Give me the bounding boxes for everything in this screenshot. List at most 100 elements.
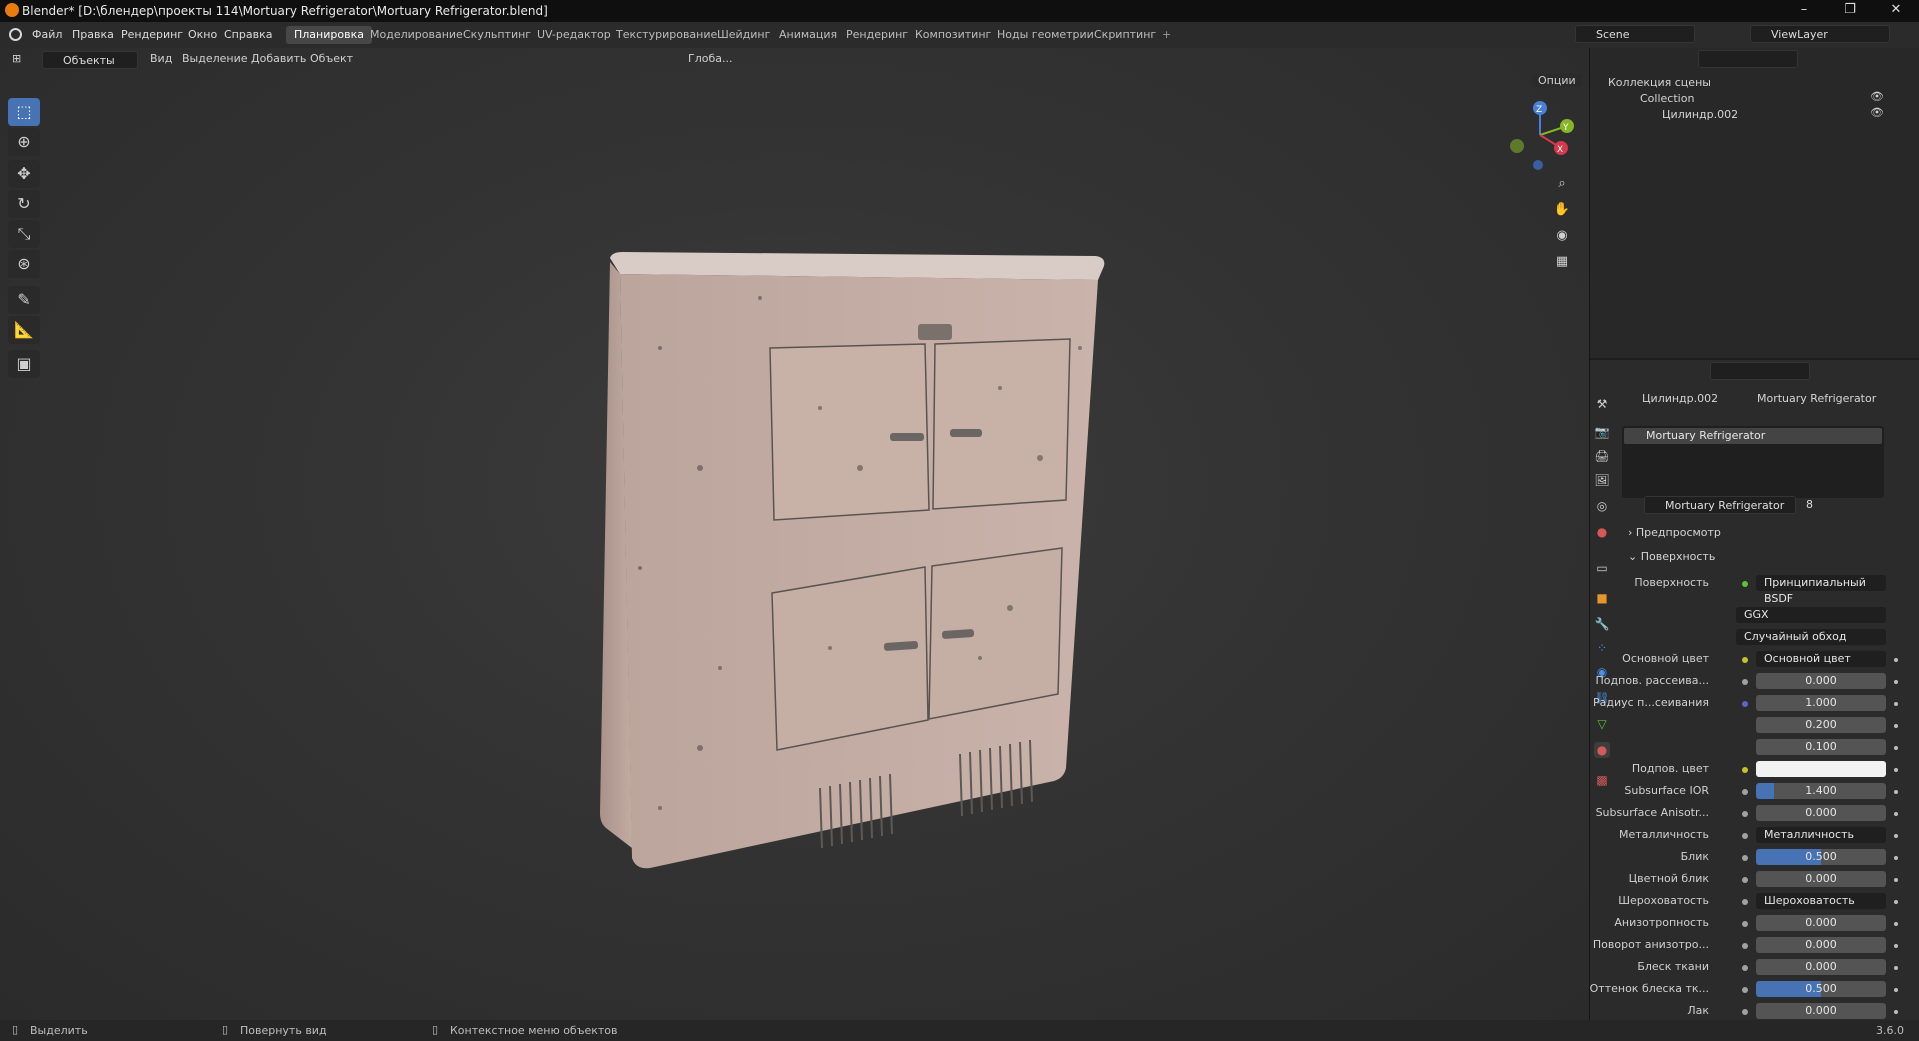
transform-orientation[interactable]: Глоба... xyxy=(688,52,732,65)
scale-tool-icon[interactable]: ⤡ xyxy=(8,220,40,248)
keyframe-dot-icon[interactable] xyxy=(1894,680,1898,684)
keyframe-dot-icon[interactable] xyxy=(1894,790,1898,794)
render-tab-icon[interactable]: 📷 xyxy=(1594,424,1610,440)
measure-tool-icon[interactable]: 📐 xyxy=(8,316,40,344)
object-tab-icon[interactable]: ■ xyxy=(1594,590,1610,606)
tab-sculpting[interactable]: Скульптинг xyxy=(455,26,539,44)
keyframe-dot-icon[interactable] xyxy=(1894,922,1898,926)
perspective-grid-icon[interactable]: ▦ xyxy=(1550,250,1574,274)
tab-animation[interactable]: Анимация xyxy=(771,26,845,44)
mode-selector[interactable]: Объекты xyxy=(42,51,138,69)
menu-view[interactable]: Вид xyxy=(150,52,172,65)
material-slot-item[interactable]: Mortuary Refrigerator xyxy=(1624,428,1882,444)
keyframe-dot-icon[interactable] xyxy=(1894,900,1898,904)
param-socket-icon[interactable] xyxy=(1742,899,1748,905)
menu-select[interactable]: Выделение xyxy=(182,52,248,65)
data-tab-icon[interactable]: ▽ xyxy=(1594,716,1610,732)
menu-window[interactable]: Окно xyxy=(188,28,217,41)
tab-layout[interactable]: Планировка xyxy=(286,26,372,44)
material-tab-icon[interactable]: ● xyxy=(1594,742,1610,758)
param-value-field[interactable]: 1.400 xyxy=(1756,783,1886,799)
outliner-object-row[interactable]: Цилиндр.002 xyxy=(1662,106,1738,124)
tab-uv-editing[interactable]: UV-редактор xyxy=(529,26,619,44)
object-visibility-icon[interactable]: 👁 xyxy=(1870,106,1884,119)
param-socket-icon[interactable] xyxy=(1742,921,1748,927)
keyframe-dot-icon[interactable] xyxy=(1894,768,1898,772)
output-tab-icon[interactable]: 🖨 xyxy=(1594,448,1610,464)
param-value-field[interactable]: 0.100 xyxy=(1756,739,1886,755)
param-socket-icon[interactable] xyxy=(1742,877,1748,883)
param-socket-icon[interactable] xyxy=(1742,987,1748,993)
add-cube-tool-icon[interactable]: ▣ xyxy=(8,350,40,378)
material-name-field[interactable]: Mortuary Refrigerator xyxy=(1644,496,1796,514)
minimize-button[interactable]: – xyxy=(1781,0,1827,22)
param-socket-icon[interactable] xyxy=(1742,965,1748,971)
camera-view-icon[interactable]: ◉ xyxy=(1550,224,1574,248)
tab-shading[interactable]: Шейдинг xyxy=(709,26,778,44)
keyframe-dot-icon[interactable] xyxy=(1894,988,1898,992)
tab-scripting[interactable]: Скриптинг xyxy=(1086,26,1164,44)
select-box-tool[interactable]: ⬚ xyxy=(8,98,40,126)
keyframe-dot-icon[interactable] xyxy=(1894,724,1898,728)
scene-tab-icon[interactable]: ◎ xyxy=(1594,498,1610,514)
param-value-field[interactable]: 0.000 xyxy=(1756,915,1886,931)
close-button[interactable]: ✕ xyxy=(1873,0,1919,22)
outliner-search-input[interactable] xyxy=(1698,50,1798,68)
param-socket-icon[interactable] xyxy=(1742,855,1748,861)
keyframe-dot-icon[interactable] xyxy=(1894,702,1898,706)
param-socket-icon[interactable] xyxy=(1742,789,1748,795)
menu-edit[interactable]: Правка xyxy=(72,28,114,41)
tab-rendering[interactable]: Рендеринг xyxy=(838,26,916,44)
keyframe-dot-icon[interactable] xyxy=(1894,966,1898,970)
param-value-field[interactable]: 0.000 xyxy=(1756,805,1886,821)
material-slot-list[interactable]: Mortuary Refrigerator xyxy=(1622,426,1884,498)
param-value-field[interactable]: 0.500 xyxy=(1756,981,1886,997)
param-value-field[interactable]: Шероховатость xyxy=(1756,893,1886,909)
surface-shader-field[interactable]: Принципиальный BSDF xyxy=(1756,575,1886,605)
tool-tab-icon[interactable]: ⚒ xyxy=(1594,396,1610,412)
scene-selector[interactable]: Scene xyxy=(1575,25,1695,43)
param-socket-icon[interactable] xyxy=(1742,833,1748,839)
tab-geometry-nodes[interactable]: Ноды геометрии xyxy=(989,26,1102,44)
zoom-icon[interactable]: ⌕ xyxy=(1550,172,1574,196)
transform-tool-icon[interactable]: ⊛ xyxy=(8,250,40,278)
keyframe-dot-icon[interactable] xyxy=(1894,834,1898,838)
view-layer-tab-icon[interactable]: 🖼 xyxy=(1594,472,1610,488)
menu-object[interactable]: Объект xyxy=(310,52,353,65)
param-socket-icon[interactable] xyxy=(1742,701,1748,707)
param-value-field[interactable]: 0.000 xyxy=(1756,871,1886,887)
annotate-tool-icon[interactable]: ✎ xyxy=(8,286,40,314)
maximize-button[interactable]: ❐ xyxy=(1827,0,1873,22)
keyframe-dot-icon[interactable] xyxy=(1894,746,1898,750)
param-value-field[interactable]: 0.000 xyxy=(1756,937,1886,953)
rotate-tool-icon[interactable]: ↻ xyxy=(8,190,40,218)
param-socket-icon[interactable] xyxy=(1742,1009,1748,1015)
param-socket-icon[interactable] xyxy=(1742,943,1748,949)
section-preview[interactable]: › Предпросмотр xyxy=(1628,524,1721,542)
distribution-dropdown[interactable]: GGX xyxy=(1736,607,1886,623)
menu-render[interactable]: Рендеринг xyxy=(121,28,183,41)
collection-tab-icon[interactable]: ▭ xyxy=(1594,560,1610,576)
add-workspace-button[interactable]: + xyxy=(1154,26,1179,44)
menu-file[interactable]: Файл xyxy=(32,28,62,41)
param-value-field[interactable]: 0.000 xyxy=(1756,673,1886,689)
editor-type-icon[interactable]: ⊞ xyxy=(12,52,21,65)
world-tab-icon[interactable]: ● xyxy=(1594,524,1610,540)
move-tool-icon[interactable]: ✥ xyxy=(8,160,40,188)
param-value-field[interactable]: 0.500 xyxy=(1756,849,1886,865)
color-swatch[interactable] xyxy=(1756,761,1886,777)
param-socket-icon[interactable] xyxy=(1742,811,1748,817)
options-button[interactable]: Опции xyxy=(1532,74,1582,87)
param-value-field[interactable]: Металличность xyxy=(1756,827,1886,843)
keyframe-dot-icon[interactable] xyxy=(1894,1010,1898,1014)
modifier-tab-icon[interactable]: 🔧 xyxy=(1594,616,1610,632)
menu-add[interactable]: Добавить xyxy=(251,52,306,65)
tab-compositing[interactable]: Композитинг xyxy=(907,26,999,44)
param-value-field[interactable]: 0.000 xyxy=(1756,959,1886,975)
keyframe-dot-icon[interactable] xyxy=(1894,856,1898,860)
keyframe-dot-icon[interactable] xyxy=(1894,658,1898,662)
section-surface[interactable]: ⌄ Поверхность xyxy=(1628,548,1715,566)
blender-menu-icon[interactable] xyxy=(9,28,22,41)
keyframe-dot-icon[interactable] xyxy=(1894,878,1898,882)
keyframe-dot-icon[interactable] xyxy=(1894,944,1898,948)
